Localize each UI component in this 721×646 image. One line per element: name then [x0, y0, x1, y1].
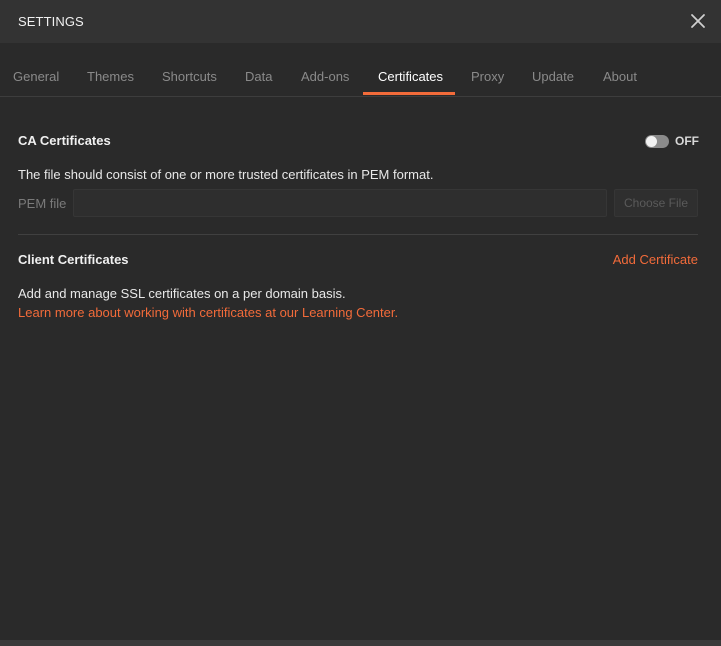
- tab-data[interactable]: Data: [245, 69, 272, 84]
- settings-modal: SETTINGS General Themes Shortcuts Data A…: [0, 0, 721, 646]
- toggle-switch[interactable]: [645, 134, 669, 148]
- section-divider: [18, 234, 698, 235]
- client-certificates-title: Client Certificates: [18, 252, 129, 267]
- add-certificate-link[interactable]: Add Certificate: [613, 252, 698, 267]
- ca-certificates-title: CA Certificates: [18, 133, 111, 148]
- bottom-border: [0, 640, 721, 646]
- choose-file-button[interactable]: Choose File: [614, 189, 698, 217]
- learning-center-link[interactable]: Learn more about working with certificat…: [18, 305, 398, 320]
- ca-certificates-toggle[interactable]: OFF: [645, 134, 699, 148]
- active-tab-indicator: [363, 92, 455, 95]
- ca-certificates-description: The file should consist of one or more t…: [18, 167, 434, 182]
- tab-certificates[interactable]: Certificates: [378, 69, 443, 84]
- settings-header: SETTINGS: [0, 0, 721, 43]
- tab-update[interactable]: Update: [532, 69, 574, 84]
- pem-file-label: PEM file: [18, 196, 67, 211]
- tab-general[interactable]: General: [13, 69, 59, 84]
- tab-add-ons[interactable]: Add-ons: [301, 69, 349, 84]
- toggle-knob: [646, 135, 657, 147]
- toggle-state-label: OFF: [675, 134, 699, 148]
- tab-themes[interactable]: Themes: [87, 69, 134, 84]
- settings-title: SETTINGS: [18, 14, 84, 29]
- pem-file-input[interactable]: [73, 189, 607, 217]
- settings-tabs: General Themes Shortcuts Data Add-ons Ce…: [0, 58, 721, 97]
- tab-about[interactable]: About: [603, 69, 637, 84]
- close-icon[interactable]: [689, 12, 707, 30]
- tab-shortcuts[interactable]: Shortcuts: [162, 69, 217, 84]
- tab-proxy[interactable]: Proxy: [471, 69, 504, 84]
- client-certificates-description: Add and manage SSL certificates on a per…: [18, 286, 346, 301]
